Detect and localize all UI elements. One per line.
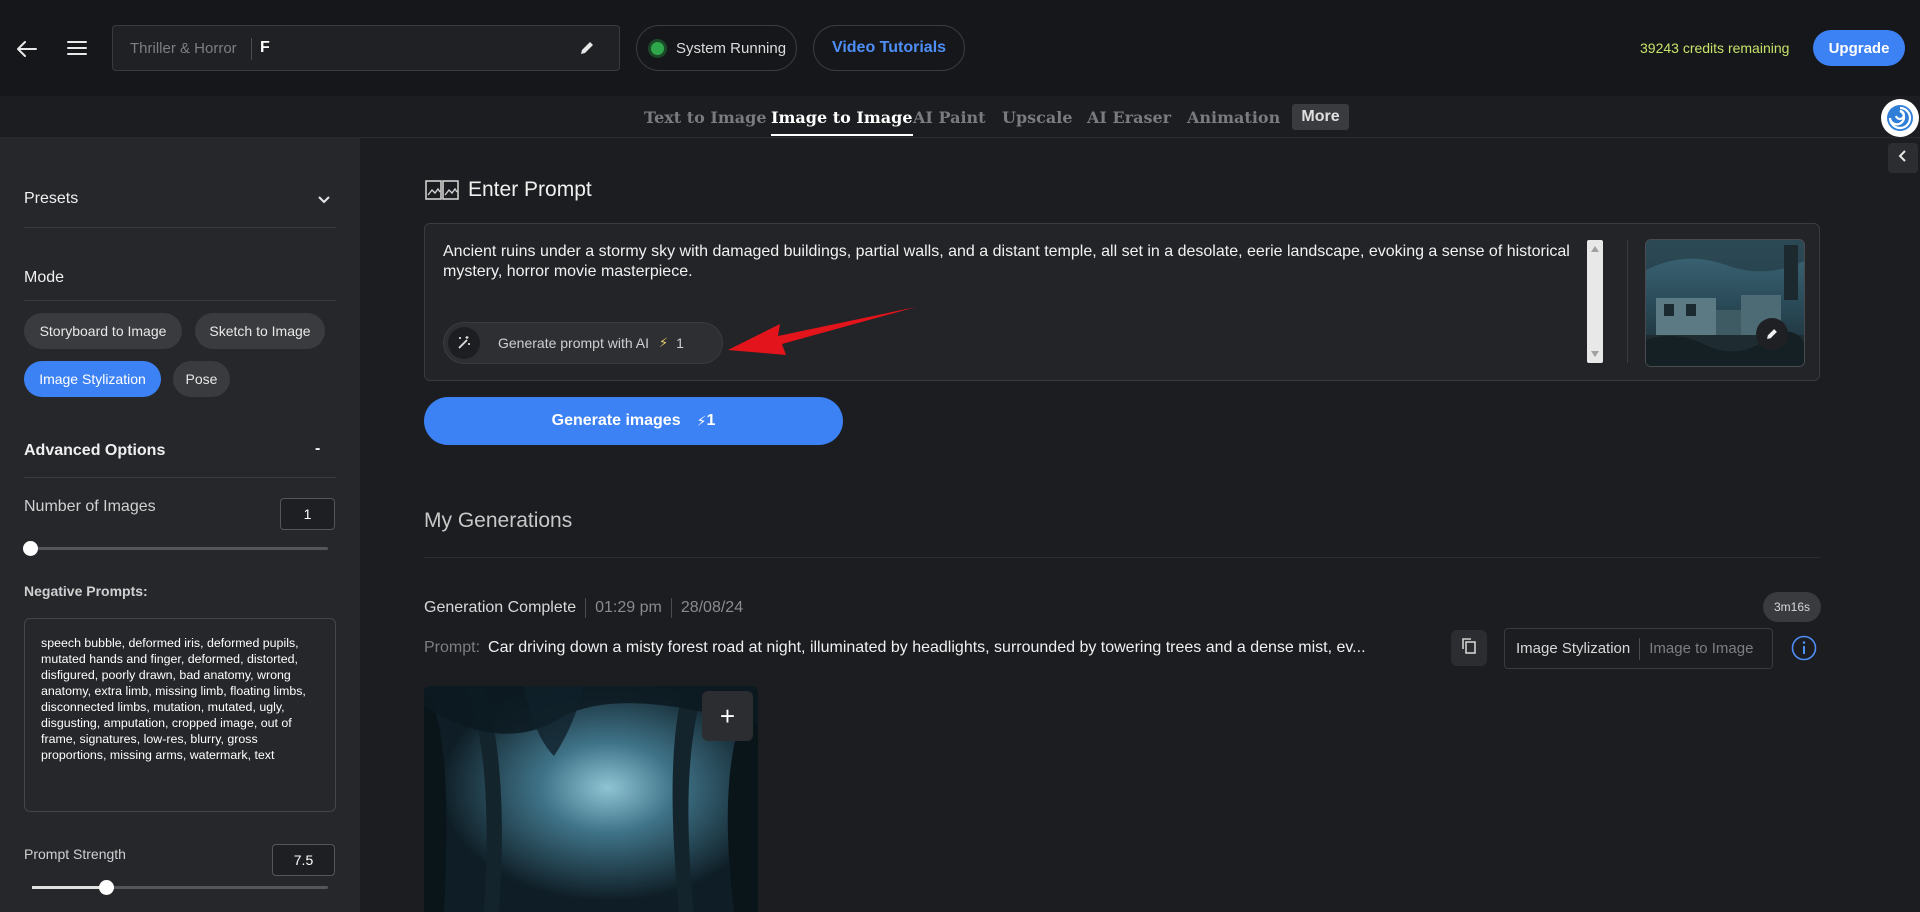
tab-ai-eraser[interactable]: AI Eraser bbox=[1087, 108, 1171, 127]
negative-prompts-textarea[interactable]: speech bubble, deformed iris, deformed p… bbox=[24, 618, 336, 812]
settings-sidebar: Presets Mode Storyboard to Image Sketch … bbox=[0, 138, 360, 912]
generate-prompt-cost: 1 bbox=[676, 335, 684, 351]
prompt-value: Car driving down a misty forest road at … bbox=[488, 639, 1366, 656]
system-status: System Running bbox=[636, 25, 797, 71]
tab-ai-paint[interactable]: AI Paint bbox=[913, 108, 986, 127]
prompt-card: Ancient ruins under a stormy sky with da… bbox=[424, 223, 1820, 381]
tab-animation[interactable]: Animation bbox=[1187, 108, 1280, 127]
project-name[interactable]: F bbox=[260, 39, 270, 57]
divider bbox=[24, 477, 336, 478]
my-generations-title: My Generations bbox=[424, 509, 573, 532]
generation-duration-badge: 3m16s bbox=[1763, 592, 1821, 622]
chevron-left-icon bbox=[1898, 149, 1908, 167]
mode-tag: Image Stylization bbox=[1516, 640, 1631, 657]
prompt-strength-input[interactable]: 7.5 bbox=[272, 844, 335, 876]
pencil-icon[interactable] bbox=[577, 38, 597, 58]
negative-prompts-label: Negative Prompts: bbox=[24, 583, 148, 599]
prompt-image-icon bbox=[424, 178, 460, 202]
mode-pose[interactable]: Pose bbox=[173, 361, 230, 397]
generate-images-label: Generate images bbox=[551, 412, 681, 429]
mode-image-stylization[interactable]: Image Stylization bbox=[24, 361, 161, 397]
generate-images-button[interactable]: Generate images ⚡ 1 bbox=[424, 397, 843, 445]
scroll-up-icon[interactable] bbox=[1591, 246, 1599, 252]
mode-title: Mode bbox=[24, 269, 65, 286]
lightning-icon: ⚡ bbox=[658, 335, 669, 350]
collapse-panel-button[interactable] bbox=[1888, 143, 1918, 173]
enter-prompt-title: Enter Prompt bbox=[468, 178, 592, 201]
divider bbox=[1639, 637, 1641, 660]
status-text: System Running bbox=[676, 39, 787, 57]
magic-wand-icon bbox=[448, 327, 480, 359]
generation-time: 01:29 pm bbox=[595, 599, 662, 616]
slider-knob[interactable] bbox=[23, 541, 38, 556]
tab-image-to-image[interactable]: Image to Image bbox=[771, 108, 913, 136]
status-dot-icon bbox=[651, 41, 664, 55]
plus-icon: + bbox=[719, 700, 736, 731]
generate-prompt-label: Generate prompt with AI bbox=[498, 335, 649, 351]
divider bbox=[670, 598, 672, 618]
lightning-icon: ⚡ bbox=[696, 412, 707, 429]
back-arrow-icon[interactable] bbox=[14, 38, 40, 60]
slider-fill bbox=[32, 886, 106, 889]
copy-prompt-button[interactable] bbox=[1451, 630, 1487, 666]
top-bar: Thriller & Horror F System Running Video… bbox=[0, 0, 1920, 96]
generation-tags: Image Stylization Image to Image bbox=[1504, 628, 1773, 669]
divider bbox=[585, 598, 587, 618]
advanced-options-title[interactable]: Advanced Options bbox=[24, 442, 165, 460]
prompt-strength-slider[interactable] bbox=[32, 880, 328, 895]
mode-storyboard-to-image[interactable]: Storyboard to Image bbox=[24, 313, 182, 349]
tab-upscale[interactable]: Upscale bbox=[1002, 108, 1073, 127]
credits-remaining: 39243 credits remaining bbox=[1640, 40, 1790, 56]
tool-tabs: Text to Image Image to Image AI Paint Up… bbox=[0, 100, 1920, 138]
reference-image-thumbnail[interactable] bbox=[1645, 239, 1805, 367]
number-of-images-label: Number of Images bbox=[24, 498, 156, 515]
upgrade-button[interactable]: Upgrade bbox=[1813, 30, 1905, 66]
prompt-textarea[interactable]: Ancient ruins under a stormy sky with da… bbox=[443, 242, 1583, 282]
tool-tag: Image to Image bbox=[1649, 640, 1754, 657]
hamburger-menu-icon[interactable] bbox=[66, 38, 88, 58]
divider bbox=[24, 300, 336, 301]
generation-prompt: Prompt: Car driving down a misty forest … bbox=[424, 639, 1436, 657]
generation-status: Generation Complete bbox=[424, 599, 577, 616]
project-genre: Thriller & Horror bbox=[130, 40, 237, 57]
project-title-field[interactable]: Thriller & Horror F bbox=[112, 25, 620, 71]
divider bbox=[251, 38, 252, 60]
red-arrow-annotation bbox=[728, 307, 916, 355]
scroll-down-icon[interactable] bbox=[1591, 351, 1599, 357]
collapse-advanced-button[interactable]: - bbox=[315, 440, 320, 458]
divider bbox=[424, 557, 1820, 558]
prompt-strength-label: Prompt Strength bbox=[24, 846, 126, 862]
slider-knob[interactable] bbox=[99, 880, 114, 895]
generation-header: Generation Complete 01:29 pm 28/08/24 bbox=[424, 598, 743, 618]
divider bbox=[1627, 240, 1628, 363]
tab-more[interactable]: More bbox=[1292, 104, 1349, 130]
mode-sketch-to-image[interactable]: Sketch to Image bbox=[195, 313, 325, 349]
tab-text-to-image[interactable]: Text to Image bbox=[644, 108, 767, 127]
generate-prompt-with-ai-button[interactable]: Generate prompt with AI ⚡ 1 bbox=[443, 322, 723, 364]
info-icon[interactable] bbox=[1791, 635, 1817, 661]
add-image-button[interactable]: + bbox=[702, 691, 753, 741]
prompt-label: Prompt: bbox=[424, 639, 481, 656]
prompt-scrollbar[interactable] bbox=[1587, 240, 1603, 363]
video-tutorials-button[interactable]: Video Tutorials bbox=[813, 25, 965, 71]
edit-image-pencil-icon[interactable] bbox=[1756, 318, 1788, 350]
assistant-logo-icon[interactable] bbox=[1881, 99, 1919, 137]
copy-icon bbox=[1461, 637, 1477, 660]
generate-images-cost: 1 bbox=[706, 412, 716, 429]
presets-title[interactable]: Presets bbox=[24, 190, 78, 208]
divider bbox=[24, 227, 336, 228]
chevron-down-icon[interactable] bbox=[316, 192, 332, 208]
number-of-images-slider[interactable] bbox=[23, 541, 328, 556]
number-of-images-input[interactable]: 1 bbox=[280, 498, 335, 530]
generation-date: 28/08/24 bbox=[680, 599, 744, 616]
